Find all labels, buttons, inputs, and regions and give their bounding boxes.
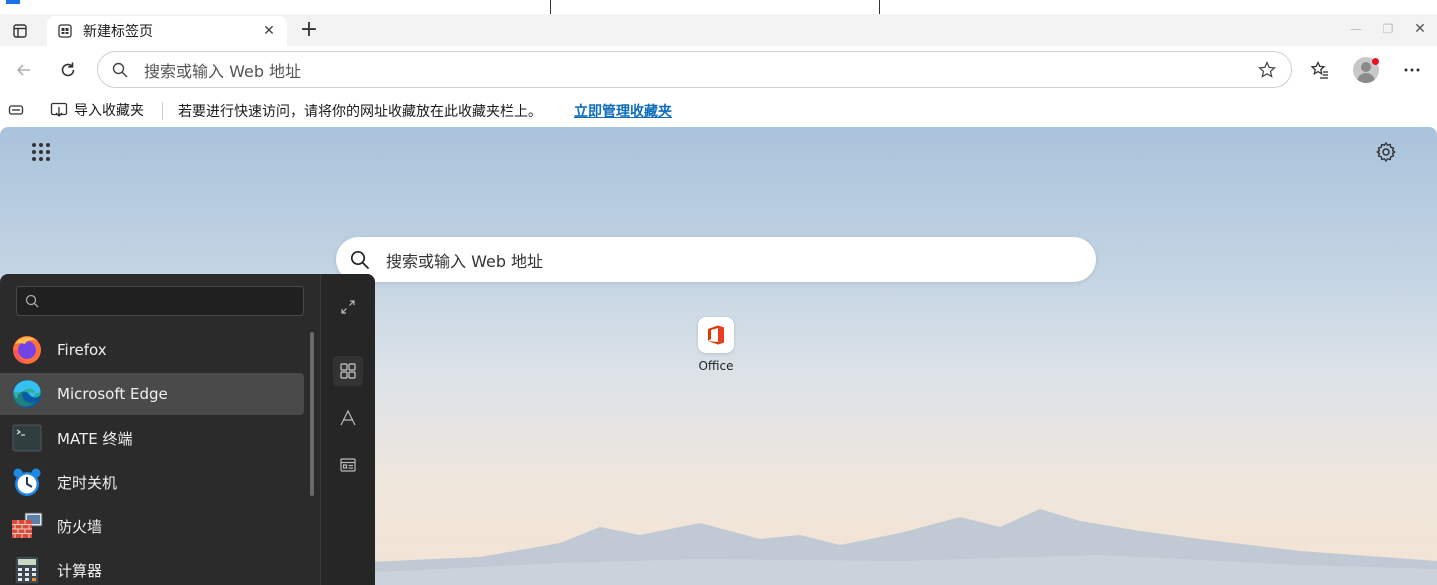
search-icon [25,294,39,308]
favorites-bar-message: 若要进行快速访问，请将你的网址收藏放在此收藏夹栏上。 [178,104,542,120]
expand-icon [341,300,355,314]
import-icon [50,102,68,117]
app-item-label: MATE 终端 [57,429,133,448]
window-top-strip [0,0,1437,14]
app-launcher-icon[interactable] [30,141,52,163]
alarm-clock-icon [10,465,44,499]
refresh-button[interactable] [54,56,82,84]
import-favorites-button[interactable]: 导入收藏夹 [50,100,144,120]
more-dots-icon [1404,68,1420,72]
calculator-icon [10,553,44,585]
refresh-icon [61,62,75,77]
window-app-icon [6,0,20,4]
category-view-icon [340,458,356,472]
import-favorites-label: 导入收藏夹 [74,103,144,119]
quick-link-label: Office [698,359,734,373]
new-tab-page-icon [57,23,73,39]
firefox-icon [10,333,44,367]
back-arrow-icon [16,64,30,76]
page-search-placeholder: 搜索或输入 Web 地址 [386,251,544,271]
profile-notification-badge [1372,58,1379,65]
favorites-bar-icon [8,105,24,115]
window-close-icon[interactable]: ✕ [1413,21,1427,37]
minimize-icon[interactable]: — [1349,22,1363,36]
window-title-frame [550,0,880,14]
app-search-input[interactable] [16,286,304,316]
app-item-microsoft-edge[interactable]: Microsoft Edge [0,373,304,415]
alphabet-view-icon [340,409,356,426]
tab-title: 新建标签页 [83,24,153,40]
new-tab-button[interactable]: + [298,19,320,41]
grid-view-icon [340,363,356,379]
category-view-button[interactable] [333,450,363,480]
app-item-label: 防火墙 [57,517,103,536]
address-bar[interactable]: 搜索或输入 Web 地址 [97,51,1292,88]
firewall-icon [10,509,44,543]
app-item-timed-shutdown[interactable]: 定时关机 [0,461,304,503]
address-bar-placeholder: 搜索或输入 Web 地址 [144,61,302,81]
favorites-divider [162,102,163,120]
window-controls: — ❐ ✕ [1349,21,1427,37]
settings-more-button[interactable] [1398,56,1426,84]
search-icon [350,250,370,269]
quick-link-office[interactable]: Office [694,317,738,373]
browser-toolbar: 搜索或输入 Web 地址 [0,46,1437,94]
app-list-panel: Firefox Microsoft Edge MATE 终端 定时关机 防火墙 … [0,274,320,585]
restore-icon[interactable]: ❐ [1381,22,1395,36]
edge-icon [10,377,44,411]
tab-actions-icon [13,24,27,38]
tab-new-tab[interactable]: 新建标签页 ✕ [47,16,287,46]
tab-bar: 新建标签页 ✕ + — ❐ ✕ [0,14,1437,46]
terminal-icon [10,421,44,455]
favorites-button[interactable] [1306,56,1334,84]
app-list-scrollbar[interactable] [310,332,314,496]
expand-menu-button[interactable] [333,292,363,322]
app-item-label: Microsoft Edge [57,385,168,403]
app-item-mate-terminal[interactable]: MATE 终端 [0,417,304,459]
view-switcher-panel [320,274,375,585]
tab-close-icon[interactable]: ✕ [261,23,277,39]
add-favorite-star-icon[interactable] [1257,60,1277,80]
app-item-label: Firefox [57,341,107,359]
manage-favorites-link[interactable]: 立即管理收藏夹 [574,101,672,121]
back-button[interactable] [10,56,38,84]
app-item-firewall[interactable]: 防火墙 [0,505,304,547]
app-item-label: 计算器 [57,561,103,580]
app-item-firefox[interactable]: Firefox [0,329,304,371]
app-launcher-menu: Firefox Microsoft Edge MATE 终端 定时关机 防火墙 … [0,274,375,585]
tab-actions-button[interactable] [6,20,34,42]
app-item-calculator[interactable]: 计算器 [0,549,304,585]
favorites-bar: 导入收藏夹 若要进行快速访问，请将你的网址收藏放在此收藏夹栏上。 立即管理收藏夹 [0,94,1437,127]
app-item-label: 定时关机 [57,473,118,492]
favorites-list-icon [1310,60,1328,79]
alphabet-view-button[interactable] [333,403,363,433]
grid-view-button[interactable] [333,356,363,386]
office-icon [698,317,734,353]
search-icon [112,61,130,79]
page-settings-gear-icon[interactable] [1375,141,1397,163]
page-search-box[interactable]: 搜索或输入 Web 地址 [336,237,1096,282]
